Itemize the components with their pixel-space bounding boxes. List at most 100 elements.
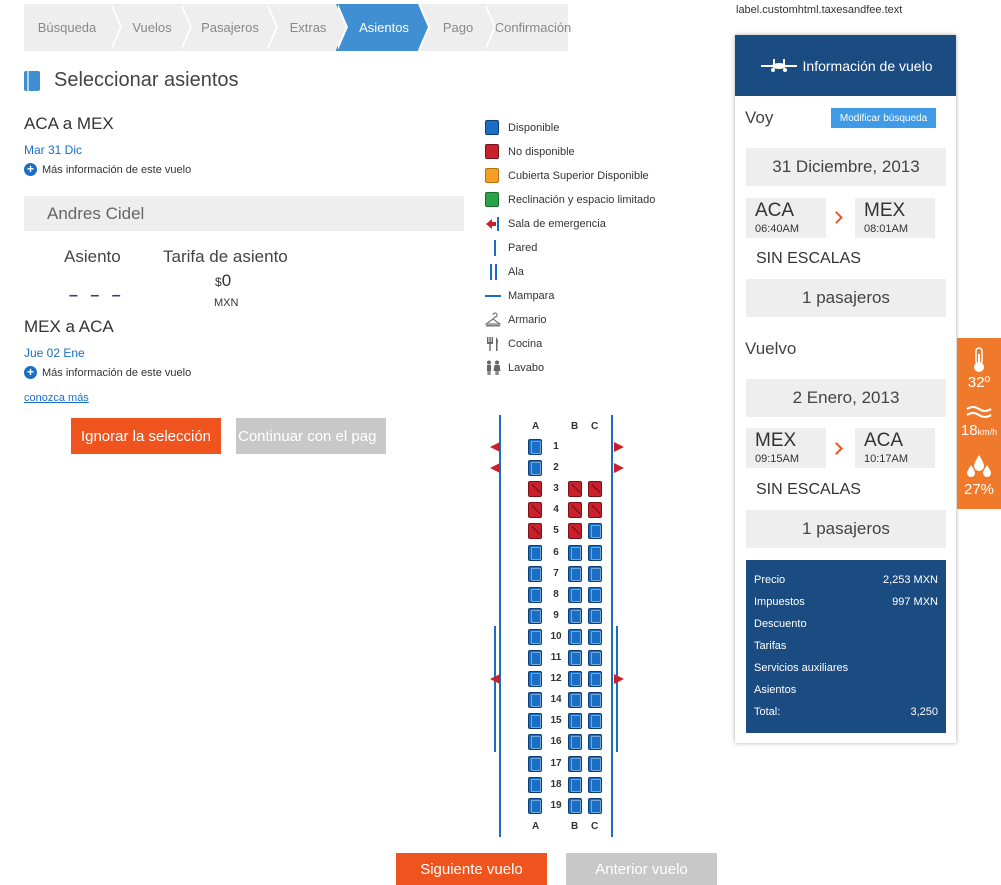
seat-17B[interactable] xyxy=(568,755,582,772)
seat-12C[interactable] xyxy=(588,671,602,688)
seat-8B[interactable] xyxy=(568,586,582,603)
seat-16A[interactable] xyxy=(528,734,542,751)
next-flight-button[interactable]: Siguiente vuelo xyxy=(396,853,547,885)
seat-19A[interactable] xyxy=(528,797,542,814)
row-number: 12 xyxy=(550,673,562,685)
step-busqueda[interactable]: Búsqueda xyxy=(24,4,122,51)
seat-4B xyxy=(568,502,582,519)
step-asientos[interactable]: Asientos xyxy=(336,4,430,51)
seat-1A[interactable] xyxy=(528,439,542,455)
seat-18B[interactable] xyxy=(568,776,582,793)
outbound-more-info[interactable]: + Más información de este vuelo xyxy=(24,163,191,176)
seat-2A[interactable] xyxy=(528,460,542,477)
seat-15C[interactable] xyxy=(588,713,602,730)
seat-9C[interactable] xyxy=(588,607,602,624)
seat-18A[interactable] xyxy=(528,776,542,793)
column-footer: B xyxy=(571,821,579,832)
seat-9A[interactable] xyxy=(528,607,542,624)
seat-8C[interactable] xyxy=(588,586,602,603)
wing-marker xyxy=(494,625,496,647)
seat-7C[interactable] xyxy=(588,565,602,582)
step-confirmacion[interactable]: Confirmación xyxy=(484,4,571,51)
seat-14C[interactable] xyxy=(588,692,602,709)
page-heading: Seleccionar asientos xyxy=(24,69,239,92)
legend-label: No disponible xyxy=(508,146,575,158)
emergency-exit-icon xyxy=(614,674,624,685)
previous-flight-button[interactable]: Anterior vuelo xyxy=(566,853,717,885)
seat-19B[interactable] xyxy=(568,797,582,814)
seat-11C[interactable] xyxy=(588,650,602,666)
row-number: 11 xyxy=(550,652,562,663)
seat-14B[interactable] xyxy=(568,692,582,709)
seat-column-label: Asiento xyxy=(64,247,121,266)
outbound-more-info-label: Más información de este vuelo xyxy=(42,163,192,176)
seat-12B[interactable] xyxy=(568,671,582,688)
legend-item: Mampara xyxy=(485,284,655,308)
fare-value: 2,253 MXN xyxy=(882,574,938,586)
seat-6B[interactable] xyxy=(568,544,582,561)
continue-payment-button[interactable]: Continuar con el pag xyxy=(236,418,386,454)
legend-item: Disponible xyxy=(485,116,655,140)
fare-value: 997 MXN xyxy=(892,596,938,608)
seat-11A[interactable] xyxy=(528,650,542,666)
outbound-origin: ACA 06:40AM xyxy=(746,198,826,238)
modify-search-button[interactable]: Modificar búsqueda xyxy=(831,108,936,128)
seat-16C[interactable] xyxy=(588,734,602,751)
selected-seat-value: – – – xyxy=(69,287,125,304)
return-stops: SIN ESCALAS xyxy=(756,481,861,498)
seat-8A[interactable] xyxy=(528,586,542,603)
seat-14A[interactable] xyxy=(528,692,542,709)
airplane-icon xyxy=(760,58,797,72)
seat-6C[interactable] xyxy=(588,544,602,561)
seat-7A[interactable] xyxy=(528,565,542,582)
return-more-info[interactable]: + Más información de este vuelo xyxy=(24,366,191,379)
seat-15A[interactable] xyxy=(528,713,542,730)
legend-label: Sala de emergencia xyxy=(508,218,606,230)
seat-12A[interactable] xyxy=(528,671,542,688)
wind-value: 18km/h xyxy=(957,422,1001,439)
wall-icon xyxy=(485,240,501,256)
seat-4C xyxy=(588,502,602,519)
seat-10B[interactable] xyxy=(568,628,582,645)
bulkhead-icon xyxy=(485,288,501,304)
arrival-time: 10:17AM xyxy=(864,453,909,465)
passenger-name[interactable]: Andres Cidel xyxy=(24,196,464,231)
seat-10C[interactable] xyxy=(588,628,602,645)
return-more-info-label: Más información de este vuelo xyxy=(42,366,192,379)
outbound-section-label: Voy xyxy=(745,108,774,127)
seat-19C[interactable] xyxy=(588,797,602,814)
wind-icon xyxy=(966,406,992,418)
learn-more-link[interactable]: conozca más xyxy=(24,392,89,404)
row-number: 6 xyxy=(553,546,559,558)
fare-label: Total: xyxy=(754,706,781,718)
fare-row: Impuestos 997 MXN xyxy=(754,596,938,618)
wing-icon xyxy=(485,264,501,280)
fare-row: Descuento xyxy=(754,618,938,640)
step-pasajeros[interactable]: Pasajeros xyxy=(180,4,278,51)
airport-code: ACA xyxy=(755,200,795,221)
fare-label: Descuento xyxy=(754,618,807,630)
seat-11B[interactable] xyxy=(568,650,582,666)
seat-16B[interactable] xyxy=(568,734,582,751)
departure-time: 06:40AM xyxy=(755,223,800,235)
seat-17A[interactable] xyxy=(528,755,542,772)
fare-label: Impuestos xyxy=(754,596,805,608)
weather-widget[interactable]: 32º 18km/h 27% xyxy=(957,338,1001,509)
temperature-value: 32º xyxy=(967,374,991,391)
ignore-selection-button[interactable]: Ignorar la selección xyxy=(71,418,221,454)
seat-17C[interactable] xyxy=(588,755,602,772)
row-number: 18 xyxy=(550,778,562,790)
plus-circle-icon: + xyxy=(24,366,37,379)
outbound-destination: MEX 08:01AM xyxy=(855,198,935,238)
seat-9B[interactable] xyxy=(568,607,582,624)
arrival-time: 08:01AM xyxy=(864,223,909,235)
seat-10A[interactable] xyxy=(528,628,542,645)
seat-18C[interactable] xyxy=(588,776,602,793)
flight-info-title: Información de vuelo xyxy=(802,57,933,74)
seat-15B[interactable] xyxy=(568,713,582,730)
seat-3A xyxy=(528,481,542,498)
seat-6A[interactable] xyxy=(528,544,542,561)
seat-7B[interactable] xyxy=(568,565,582,582)
return-origin: MEX 09:15AM xyxy=(746,428,826,468)
seat-5C[interactable] xyxy=(588,523,602,540)
